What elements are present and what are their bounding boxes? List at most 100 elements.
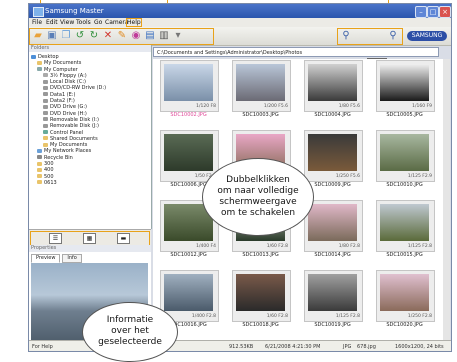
tree-item-label: 3½ Floppy (A:)	[50, 72, 87, 79]
thumbnail-item[interactable]: 1/125 F2.8 SDC10015.JPG	[369, 199, 440, 265]
folder-icon	[43, 73, 48, 78]
thumbnail-frame: 1/125 F2.8	[376, 200, 435, 252]
camera-icon[interactable]: ◉	[130, 30, 142, 42]
vertical-scrollbar[interactable]	[443, 59, 450, 340]
tab-info[interactable]: Info	[62, 254, 82, 263]
thumbnail-photo	[164, 274, 213, 311]
thumbnail-frame: 1/160 F9	[376, 60, 435, 112]
folder-icon	[37, 161, 42, 166]
thumbnail-item[interactable]: 1/80 F5.6 SDC10004.JPG	[297, 59, 368, 125]
zoom-in-icon[interactable]: ⚲	[387, 30, 399, 42]
address-bar[interactable]: C:\Documents and Settings\Administrator\…	[153, 47, 439, 57]
thumbnail-exif: 1/250 F5.6	[335, 174, 360, 179]
toolbar: ▰ ▣ ❐ ↺ ↻ ✕ ✎ ◉ ▤ ▥ ▾ ⚲ ⚲	[29, 27, 451, 60]
menu-go[interactable]: Go	[94, 19, 102, 26]
thumbnail-photo	[164, 64, 213, 101]
thumbnail-exif: 1/160 F9	[412, 104, 432, 109]
folder-icon	[43, 85, 48, 90]
callout-bubble-info: Informatie over het geselecteerde	[82, 302, 178, 362]
callout-bubble-doubleclick: Dubbelklikken om naar volledige schermwe…	[202, 158, 314, 236]
thumbnail-item[interactable]: 1/125 F2.9 SDC10010.JPG	[369, 129, 440, 195]
callout-text: Informatie	[106, 315, 154, 325]
thumbnail-filename: SDC10012.JPG	[170, 252, 207, 258]
edit-icon[interactable]: ✎	[116, 30, 128, 42]
thumbnail-exif: 1/120 F8	[196, 104, 216, 109]
folder-icon	[43, 142, 48, 147]
callout-text: Dubbelklikken	[226, 175, 290, 185]
thumbnail-exif: 1/125 F2.9	[407, 174, 432, 179]
thumbnail-exif: 1/250 F2.8	[407, 314, 432, 319]
thumbnail-item[interactable]: 1/125 F2.8 SDC10019.JPG	[297, 269, 368, 335]
tree-item-label: 400	[44, 167, 54, 174]
folder-icon	[43, 79, 48, 84]
minimize-button[interactable]: –	[415, 6, 427, 18]
menu-camera[interactable]: Camera	[105, 19, 129, 26]
thumbnail-frame: 1/125 F2.9	[376, 130, 435, 182]
thumbnail-item[interactable]: 1/160 F9 SDC10005.JPG	[369, 59, 440, 125]
folder-icon	[43, 136, 48, 141]
tree-item-label: Data2 (F:)	[50, 98, 75, 105]
folder-icon	[43, 92, 48, 97]
maximize-button[interactable]: □	[427, 6, 439, 18]
view-icon[interactable]: ▥	[158, 30, 170, 42]
filmstrip-view-icon[interactable]: ▬	[117, 233, 130, 244]
app-icon	[33, 7, 44, 17]
thumbnail-exif: 1/80 F5.6	[338, 104, 360, 109]
thumbnail-filename: SDC10020.JPG	[386, 322, 423, 328]
folders-header: Folders	[29, 45, 151, 52]
thumbnail-exif: 1/60 F2.8	[266, 244, 288, 249]
folder-icon	[37, 148, 42, 153]
thumbnail-filename: SDC10010.JPG	[386, 182, 423, 188]
thumbnail-item[interactable]: 1/120 F8 SDC10002.JPG	[153, 59, 224, 125]
thumbnail-frame: 1/80 F5.6	[304, 60, 363, 112]
tab-preview[interactable]: Preview	[31, 254, 61, 263]
thumbnail-exif: 1/80 F2.8	[338, 244, 360, 249]
thumbnail-filename: SDC10004.JPG	[314, 112, 351, 118]
tree-item-label: 500	[44, 173, 54, 180]
slideshow-icon[interactable]: ▤	[144, 30, 156, 42]
tree-item[interactable]: 0613	[31, 180, 149, 186]
folder-pane: Folders Desktop My Documents My Computer 3½…	[29, 45, 152, 229]
thumbnail-frame: 1/120 F8	[160, 60, 219, 112]
thumbnail-photo	[380, 64, 429, 101]
status-date: 6/21/2008 4:21:30 PM	[265, 344, 321, 350]
folder-icon	[37, 60, 42, 65]
status-filename: 678.jpg	[357, 344, 376, 350]
thumbnail-item[interactable]: 1/60 F2.8 SDC10018.JPG	[225, 269, 296, 335]
menu-edit[interactable]: Edit	[46, 19, 58, 26]
tree-item-label: Local Disk (C:)	[50, 79, 86, 86]
copy-icon[interactable]: ❐	[60, 30, 72, 42]
thumbnail-photo	[236, 274, 285, 311]
thumbnail-photo	[308, 204, 357, 241]
thumbnail-item[interactable]: 1/250 F2.8 SDC10020.JPG	[369, 269, 440, 335]
print-icon[interactable]: ▣	[46, 30, 58, 42]
tree-item-label: Data1 (E:)	[50, 91, 76, 98]
callout-text: geselecteerde	[98, 337, 162, 347]
rotate-left-icon[interactable]: ↺	[74, 30, 86, 42]
folder-icon	[43, 117, 48, 122]
status-dimensions: 1600x1200, 24 bits	[395, 344, 444, 350]
menu-help[interactable]: Help	[126, 18, 142, 27]
details-view-icon[interactable]: ☰	[49, 233, 62, 244]
more-icon[interactable]: ▾	[172, 30, 184, 42]
menu-file[interactable]: File	[32, 19, 42, 26]
thumbnail-filename: SDC10019.JPG	[314, 322, 351, 328]
menu-tools[interactable]: Tools	[76, 19, 91, 26]
open-folder-icon[interactable]: ▰	[32, 30, 44, 42]
thumbnail-exif: 1/400 F4	[196, 244, 216, 249]
callout-text: om te schakelen	[220, 208, 296, 218]
title-bar: Samsung Master – □ ×	[29, 4, 451, 18]
thumbnail-view-icon[interactable]: ▦	[83, 233, 96, 244]
samsung-logo: SAMSUNG	[407, 31, 447, 41]
thumbnail-item[interactable]: 1/200 F5.6 SDC10003.JPG	[225, 59, 296, 125]
zoom-out-icon[interactable]: ⚲	[340, 30, 352, 42]
window-title: Samsung Master	[45, 7, 104, 15]
thumbnail-photo	[236, 64, 285, 101]
menu-view[interactable]: View	[60, 19, 74, 26]
close-button[interactable]: ×	[439, 6, 451, 18]
thumbnail-exif: 1/200 F5.6	[263, 104, 288, 109]
rotate-right-icon[interactable]: ↻	[88, 30, 100, 42]
thumbnail-filename: SDC10003.JPG	[242, 112, 279, 118]
status-type: JPG	[343, 344, 352, 350]
delete-icon[interactable]: ✕	[102, 30, 114, 42]
